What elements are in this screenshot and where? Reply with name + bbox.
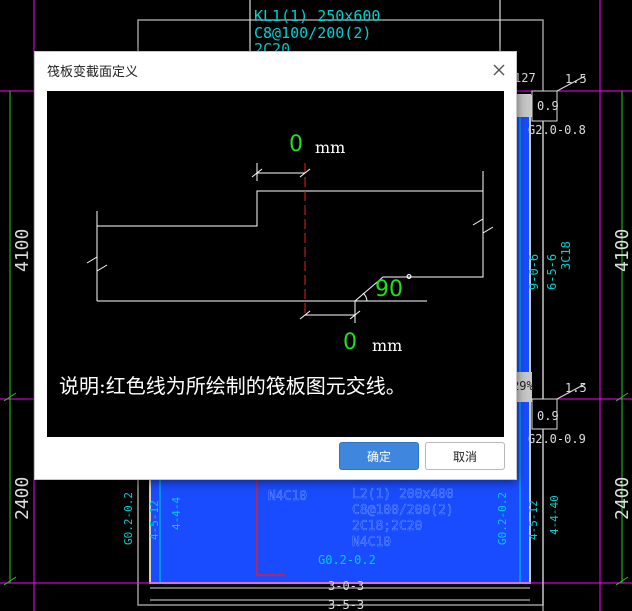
close-button[interactable]: [488, 59, 510, 81]
break-symbol-left: [86, 256, 108, 272]
close-icon: [493, 64, 505, 76]
label-4440-right: 4-4-40: [548, 495, 561, 535]
label-g02-left: G0.2-0.2: [122, 492, 135, 545]
ok-button[interactable]: 确定: [339, 442, 419, 470]
top-offset-value[interactable]: 0: [289, 132, 303, 157]
dim-4100-left: 4100: [12, 229, 33, 272]
dialog-title: 筏板变截面定义: [47, 65, 139, 80]
label-353: 3-5-3: [328, 598, 364, 611]
label-656: 6-5-6: [545, 254, 559, 290]
label-906: 9-0-6: [527, 254, 541, 290]
label-n4c10b: N4C10: [352, 535, 391, 550]
label-g02-right: G0.2-0.2: [496, 492, 509, 545]
dim-2400-right: 2400: [612, 477, 632, 520]
label-09-top: 0.9: [537, 99, 559, 113]
angle-value[interactable]: 90: [375, 277, 403, 302]
dialog-title-bar[interactable]: 筏板变截面定义: [35, 52, 516, 88]
label-3c18: 3C18: [559, 241, 573, 270]
label-2c18: 2C18;2C20: [352, 519, 422, 534]
label-09-bottom: 0.9: [537, 409, 559, 423]
slab-section-outline: [97, 190, 484, 302]
label-444-left: 4-4-4: [170, 497, 183, 530]
label-g20-08: G2.0-0.8: [528, 123, 586, 137]
angle-arc: [362, 292, 368, 302]
label-n4c10: N4C10: [268, 489, 307, 504]
slab-section-dialog: 筏板变截面定义 0 mm 0 mm 90 ° 说明:红色线为所绘制的筏板图元交线…: [34, 51, 517, 480]
bottom-offset-unit: mm: [372, 336, 402, 355]
cancel-button[interactable]: 取消: [425, 442, 505, 470]
label-15-bottom: 1.5: [565, 381, 587, 395]
label-c8-200: C8@100/200(2): [352, 503, 454, 518]
label-lk2: L2(1) 200x400: [352, 487, 454, 502]
label-g02-bottom: G0.2-0.2: [318, 553, 376, 567]
bottom-offset-value[interactable]: 0: [343, 330, 357, 355]
section-preview: 0 mm 0 mm 90 ° 说明:红色线为所绘制的筏板图元交线。: [47, 91, 504, 437]
beam-label: KL1(1) 250x600: [254, 7, 380, 25]
label-127: 127: [514, 71, 536, 85]
break-symbol-right: [472, 218, 494, 234]
top-offset-unit: mm: [315, 138, 345, 157]
angle-unit: °: [405, 271, 413, 290]
dim-4100-right: 4100: [612, 229, 632, 272]
explanation-note: 说明:红色线为所绘制的筏板图元交线。: [59, 374, 406, 398]
label-g20-09: G2.0-0.9: [528, 432, 586, 446]
label-15-top: 1.5: [565, 72, 587, 86]
label-4512-left: 4-5-12: [148, 500, 161, 540]
dim-2400-left: 2400: [12, 477, 33, 520]
label-4512-right: 4-5-12: [527, 500, 540, 540]
label-303: 3-0-3: [328, 579, 364, 593]
